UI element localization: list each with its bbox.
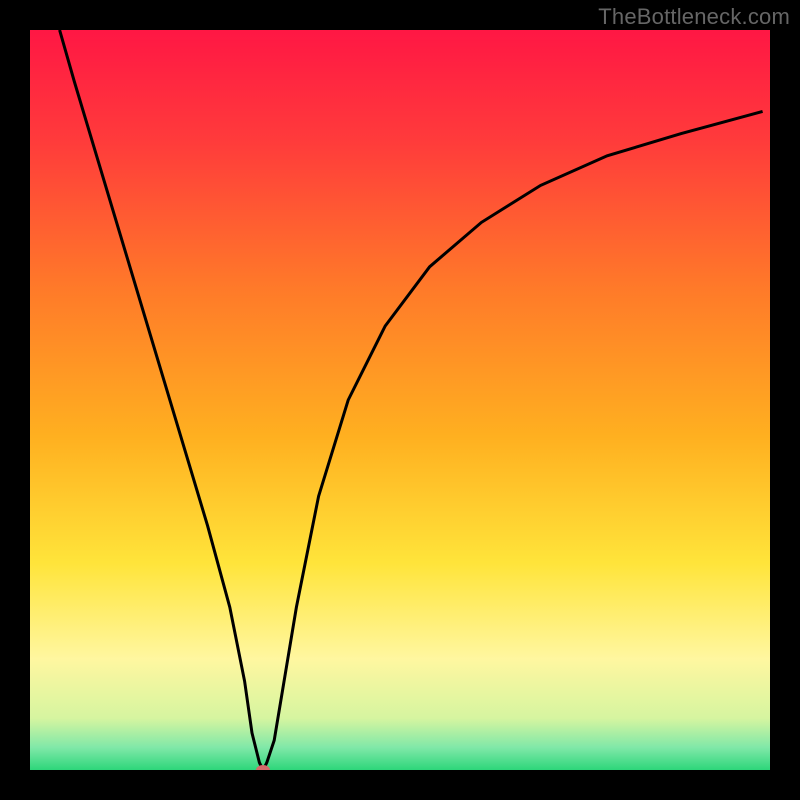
watermark-text: TheBottleneck.com <box>598 4 790 30</box>
bottleneck-curve <box>60 30 763 770</box>
plot-area <box>30 30 770 770</box>
optimal-point-marker <box>256 765 270 770</box>
curve-layer <box>30 30 770 770</box>
chart-frame: TheBottleneck.com <box>0 0 800 800</box>
